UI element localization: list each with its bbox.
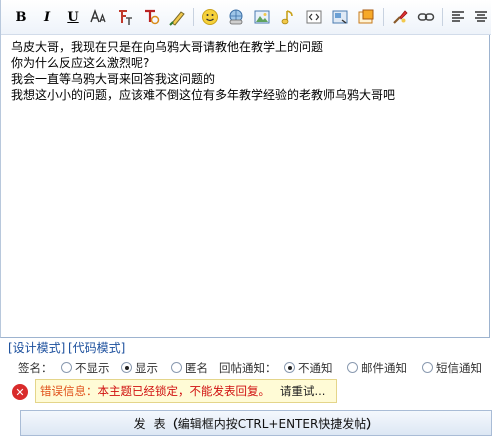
notify-sms-option[interactable]: 短信通知 — [422, 358, 482, 378]
anonymous-option[interactable]: 匿名 — [171, 358, 208, 378]
align-center-icon — [475, 11, 487, 22]
music-note-icon — [281, 10, 293, 25]
smiley-icon — [202, 9, 218, 25]
notify-none-label: 不通知 — [298, 361, 333, 375]
italic-button[interactable]: I — [37, 7, 57, 27]
font-family-icon — [119, 10, 132, 25]
font-size-button[interactable] — [89, 7, 109, 27]
anonymous-label: 匿名 — [185, 361, 208, 375]
brush-icon — [393, 10, 408, 24]
options-row: 签名： 不显示 显示 匿名 回帖通知： 不通知 邮件通知 短信通知 — [0, 358, 492, 378]
radio-icon — [422, 362, 433, 373]
content-line: 你为什么反应这么激烈呢? — [11, 56, 150, 70]
error-icon: ✕ — [12, 384, 28, 400]
underline-button[interactable]: U — [63, 7, 83, 27]
submit-hint-close: ） — [366, 416, 379, 431]
highlight-button[interactable] — [167, 7, 187, 27]
submit-hint-open: （ — [165, 416, 178, 431]
toolbar-separator — [383, 8, 384, 26]
text-color-icon — [145, 9, 160, 25]
notify-mail-label: 邮件通知 — [361, 361, 407, 375]
signature-show-label: 显示 — [135, 361, 158, 375]
music-button[interactable] — [278, 7, 298, 27]
radio-icon — [171, 362, 182, 373]
signature-label: 签名： — [18, 361, 53, 375]
highlighter-icon — [169, 11, 185, 26]
submit-button[interactable]: 发表 （编辑框内按CTRL+ENTER快捷发帖） — [20, 410, 492, 436]
signature-hide-option[interactable]: 不显示 — [61, 358, 110, 378]
text-color-button[interactable] — [141, 7, 161, 27]
underline-icon: U — [67, 9, 79, 25]
flash-icon — [358, 9, 374, 24]
content-line: 我会一直等乌鸦大哥来回答我这问题的 — [11, 72, 216, 86]
radio-selected-icon — [121, 362, 132, 373]
design-mode-link[interactable]: [设计模式] — [8, 339, 65, 357]
submit-label-b: 表 — [153, 416, 166, 431]
radio-icon — [61, 362, 72, 373]
font-size-icon — [90, 9, 106, 23]
link-button[interactable] — [226, 7, 246, 27]
image-icon — [254, 10, 270, 24]
globe-link-icon — [229, 9, 243, 25]
editor-toolbar: B I U — [1, 0, 491, 35]
signature-show-option[interactable]: 显示 — [121, 358, 158, 378]
toolbar-separator — [193, 8, 194, 26]
hyperlink-button[interactable] — [416, 7, 436, 27]
notify-label: 回帖通知： — [219, 361, 277, 375]
italic-icon: I — [43, 9, 51, 25]
bold-icon: B — [15, 9, 27, 25]
submit-label-a: 发 — [133, 416, 146, 431]
code-button[interactable] — [304, 7, 324, 27]
bold-button[interactable]: B — [11, 7, 31, 27]
toolbar-separator — [442, 8, 443, 26]
align-center-button[interactable] — [471, 7, 491, 27]
font-family-button[interactable] — [115, 7, 135, 27]
code-icon — [306, 10, 322, 24]
notify-sms-label: 短信通知 — [436, 361, 482, 375]
notify-mail-option[interactable]: 邮件通知 — [347, 358, 407, 378]
signature-hide-label: 不显示 — [75, 361, 110, 375]
clean-format-button[interactable] — [390, 7, 410, 27]
radio-icon — [347, 362, 358, 373]
editor-content[interactable]: 乌皮大哥，我现在只是在向乌鸦大哥请教他在教学上的问题 你为什么反应这么激烈呢? … — [11, 39, 479, 333]
notify-none-option[interactable]: 不通知 — [284, 358, 333, 378]
error-message: 本主题已经锁定，不能发表回复。 — [97, 384, 271, 398]
error-message-box: 错误信息：本主题已经锁定，不能发表回复。 请重试... — [35, 379, 337, 403]
code-mode-link[interactable]: [代码模式] — [68, 339, 125, 357]
error-label: 错误信息： — [40, 384, 98, 398]
media-button[interactable] — [330, 7, 350, 27]
chain-link-icon — [417, 13, 435, 21]
media-icon — [332, 10, 348, 24]
content-line: 乌皮大哥，我现在只是在向乌鸦大哥请教他在教学上的问题 — [11, 40, 324, 54]
submit-hint: 编辑框内按CTRL+ENTER快捷发帖 — [177, 416, 367, 431]
align-left-button[interactable] — [448, 7, 468, 27]
content-line: 我想这小小的问题，应该难不倒这位有多年教学经验的老教师乌鸦大哥吧 — [11, 88, 396, 102]
editor-frame: B I U 乌皮大哥，我现在只是在向乌鸦大哥请教他在教学上的问题 你为什么反应这… — [0, 0, 491, 338]
align-left-icon — [452, 11, 464, 22]
emoticon-button[interactable] — [200, 7, 220, 27]
flash-button[interactable] — [356, 7, 376, 27]
radio-selected-icon — [284, 362, 295, 373]
mode-bar: [设计模式] [代码模式] — [0, 339, 492, 357]
image-button[interactable] — [252, 7, 272, 27]
error-retry: 请重试... — [280, 384, 326, 398]
